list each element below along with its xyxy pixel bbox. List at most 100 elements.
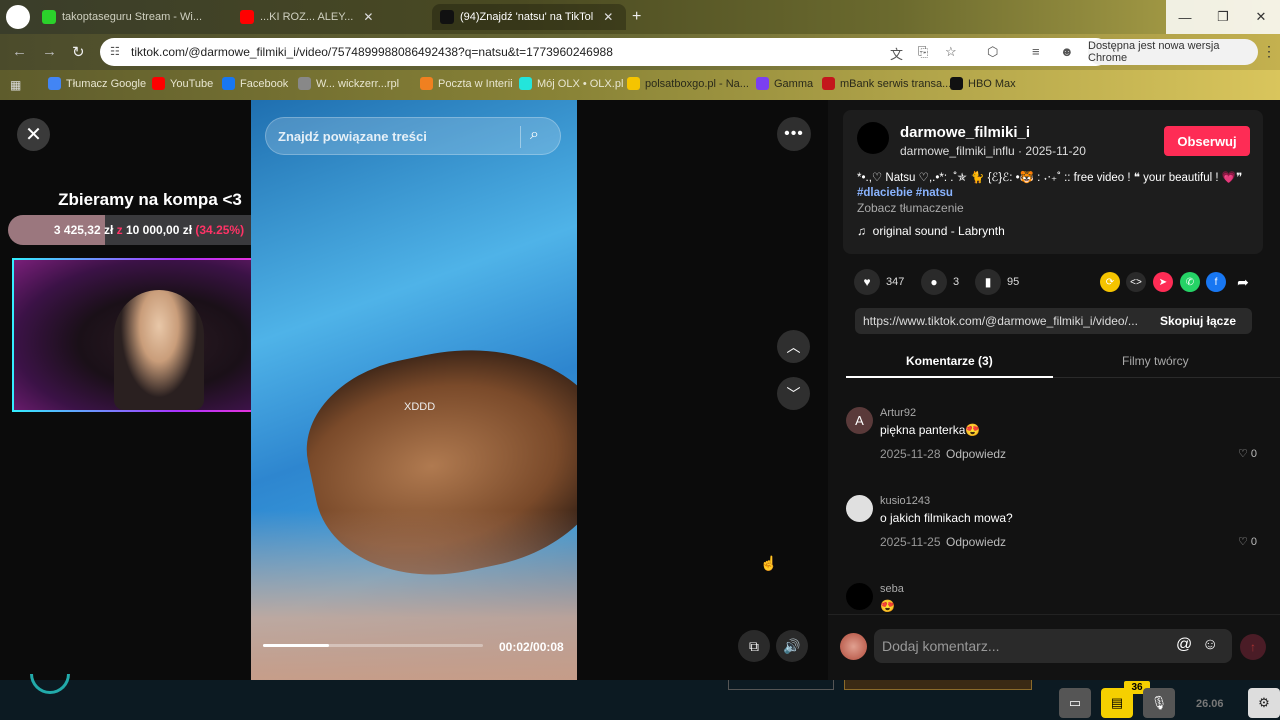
microphone-icon[interactable]: 🎙: [1143, 688, 1175, 718]
previous-video-button[interactable]: ︿: [777, 330, 810, 363]
bookmark-hbomax[interactable]: HBO Max: [950, 77, 1016, 90]
tiktok-favicon-icon: [440, 10, 454, 24]
see-translation-link[interactable]: Zobacz tłumaczenie: [857, 201, 964, 215]
browser-tab-3-active[interactable]: (94)Znajdź 'natsu' na TikTol ✕: [432, 4, 626, 30]
bookmark-label: YouTube: [170, 77, 214, 90]
address-bar[interactable]: ☷ tiktok.com/@darmowe_filmiki_i/video/75…: [100, 38, 1110, 66]
comment-button[interactable]: ● 3: [921, 269, 959, 295]
settings-gear-icon[interactable]: ⚙: [1248, 688, 1280, 718]
tab-creator-videos[interactable]: Filmy twórcy: [1122, 354, 1189, 368]
youtube-favicon-icon: [240, 10, 254, 24]
media-control-icon[interactable]: ≡: [1032, 44, 1040, 59]
save-button[interactable]: ▮ 95: [975, 269, 1019, 295]
reply-button[interactable]: Odpowiedz: [946, 535, 1006, 549]
like-button[interactable]: ♥ 347: [854, 269, 904, 295]
new-tab-icon[interactable]: +: [632, 8, 641, 26]
save-count: 95: [1007, 276, 1020, 288]
close-video-button[interactable]: ✕: [17, 118, 50, 151]
video-player[interactable]: XDDD Znajdź powiązane treści ⌕ 00:02/00:…: [251, 100, 577, 680]
extensions-icon[interactable]: ⬡: [987, 44, 998, 60]
comment-avatar[interactable]: [846, 583, 873, 610]
forward-icon[interactable]: →: [42, 43, 57, 60]
hashtags[interactable]: #dlaciebie #natsu: [857, 187, 953, 199]
bookmark-label: W... wickzerr...rpl: [316, 77, 400, 90]
search-icon[interactable]: ⌕: [530, 126, 539, 144]
comment-avatar[interactable]: A: [846, 407, 873, 434]
bookmark-google-translate[interactable]: Tłumacz Google: [48, 77, 146, 90]
apps-grid-icon[interactable]: ▦: [10, 78, 21, 92]
tab-title: ...KI ROZ... ALEY...: [260, 11, 354, 23]
back-icon[interactable]: ←: [12, 43, 27, 60]
more-options-button[interactable]: •••: [777, 117, 811, 151]
bookmark-olx[interactable]: Mój OLX • OLX.pl: [519, 77, 623, 90]
comment-like-button[interactable]: ♡ 0: [1238, 447, 1257, 460]
comment-input[interactable]: Dodaj komentarz... @ ☺: [874, 629, 1232, 663]
next-video-button[interactable]: ﹀: [777, 377, 810, 410]
bookmark-label: Tłumacz Google: [66, 77, 147, 90]
copy-link-button[interactable]: Skopiuj łącze: [1160, 314, 1236, 328]
webcam-person: [114, 290, 204, 410]
video-link[interactable]: https://www.tiktok.com/@darmowe_filmiki_…: [863, 314, 1143, 328]
tray-date: 26.06: [1196, 698, 1224, 710]
bookmark-interia[interactable]: Poczta w Interii: [420, 77, 513, 90]
bookmark-gamma[interactable]: Gamma: [756, 77, 813, 90]
reload-icon[interactable]: ↻: [72, 43, 85, 61]
comment-username[interactable]: seba: [880, 583, 904, 595]
bookmark-site[interactable]: W... wickzerr...rpl: [298, 77, 399, 90]
author-name[interactable]: darmowe_filmiki_i: [900, 124, 1030, 141]
facebook-share-icon[interactable]: f: [1206, 272, 1226, 292]
share-arrow-icon[interactable]: ➦: [1233, 272, 1253, 292]
comment-like-button[interactable]: ♡ 0: [1238, 535, 1257, 548]
like-count: 347: [886, 276, 905, 288]
volume-icon[interactable]: 🔊: [776, 630, 808, 662]
emoji-icon[interactable]: ☺: [1202, 636, 1218, 654]
close-tab-icon[interactable]: ✕: [363, 10, 373, 24]
bookmark-label: HBO Max: [968, 77, 1016, 90]
video-content-lower: [251, 510, 577, 680]
bookmark-facebook[interactable]: Facebook: [222, 77, 288, 90]
bookmark-star-icon[interactable]: ☆: [945, 44, 957, 60]
tab-comments[interactable]: Komentarze (3): [906, 354, 993, 368]
mention-icon[interactable]: @: [1176, 636, 1192, 654]
pip-icon[interactable]: ⧉: [738, 630, 770, 662]
repost-icon[interactable]: ⟳: [1100, 272, 1120, 292]
donation-percent: (34.25%): [195, 223, 245, 237]
comment-username[interactable]: Artur92: [880, 407, 916, 419]
bookmark-polsatboxgo[interactable]: polsatboxgo.pl - Na...: [627, 77, 749, 90]
bookmark-youtube[interactable]: YouTube: [152, 77, 213, 90]
my-avatar[interactable]: [840, 633, 867, 660]
send-to-friends-icon[interactable]: ➤: [1153, 272, 1173, 292]
maximize-icon[interactable]: ❐: [1204, 0, 1242, 34]
related-search-bar[interactable]: Znajdź powiązane treści ⌕: [265, 117, 561, 155]
chat-icon[interactable]: ▭: [1059, 688, 1091, 718]
profile-button[interactable]: [6, 5, 30, 29]
facebook-icon: [222, 77, 235, 90]
browser-tab-1[interactable]: takoptaseguru Stream - Wi...: [34, 4, 224, 30]
browser-tab-2[interactable]: ...KI ROZ... ALEY... ✕: [232, 4, 428, 30]
overlay-ring-decoration: [30, 674, 70, 694]
sound-name: original sound - Labrynth: [872, 224, 1005, 238]
reply-button[interactable]: Odpowiedz: [946, 447, 1006, 461]
sound-link[interactable]: ♫ original sound - Labrynth: [857, 224, 1005, 238]
embed-icon[interactable]: <>: [1126, 272, 1146, 292]
comment-username[interactable]: kusio1243: [880, 495, 930, 507]
bookmark-label: Gamma: [774, 77, 814, 90]
close-window-icon[interactable]: ✕: [1242, 0, 1280, 34]
comment-avatar[interactable]: [846, 495, 873, 522]
close-tab-icon[interactable]: ✕: [603, 10, 613, 24]
donation-progress-text: 3 425,32 zł z 10 000,00 zł (34.25%): [8, 223, 290, 237]
profile-avatar-icon[interactable]: ☻: [1060, 44, 1074, 59]
author-avatar[interactable]: [857, 122, 889, 154]
install-app-icon[interactable]: ⎘: [918, 44, 928, 60]
whatsapp-icon[interactable]: ✆: [1180, 272, 1200, 292]
video-progress-bar[interactable]: [263, 644, 483, 647]
chrome-menu-icon[interactable]: ⋮: [1262, 43, 1276, 60]
translate-icon[interactable]: 文: [890, 44, 903, 63]
site-info-icon[interactable]: ☷: [110, 45, 124, 59]
post-comment-button[interactable]: ↑: [1240, 634, 1266, 660]
bookmark-label: Poczta w Interii: [438, 77, 513, 90]
follow-button[interactable]: Obserwuj: [1164, 126, 1250, 156]
bookmark-mbank[interactable]: mBank serwis transa...: [822, 77, 951, 90]
minimize-icon[interactable]: —: [1166, 0, 1204, 34]
chrome-update-button[interactable]: Dostępna jest nowa wersja Chrome: [1088, 39, 1258, 65]
